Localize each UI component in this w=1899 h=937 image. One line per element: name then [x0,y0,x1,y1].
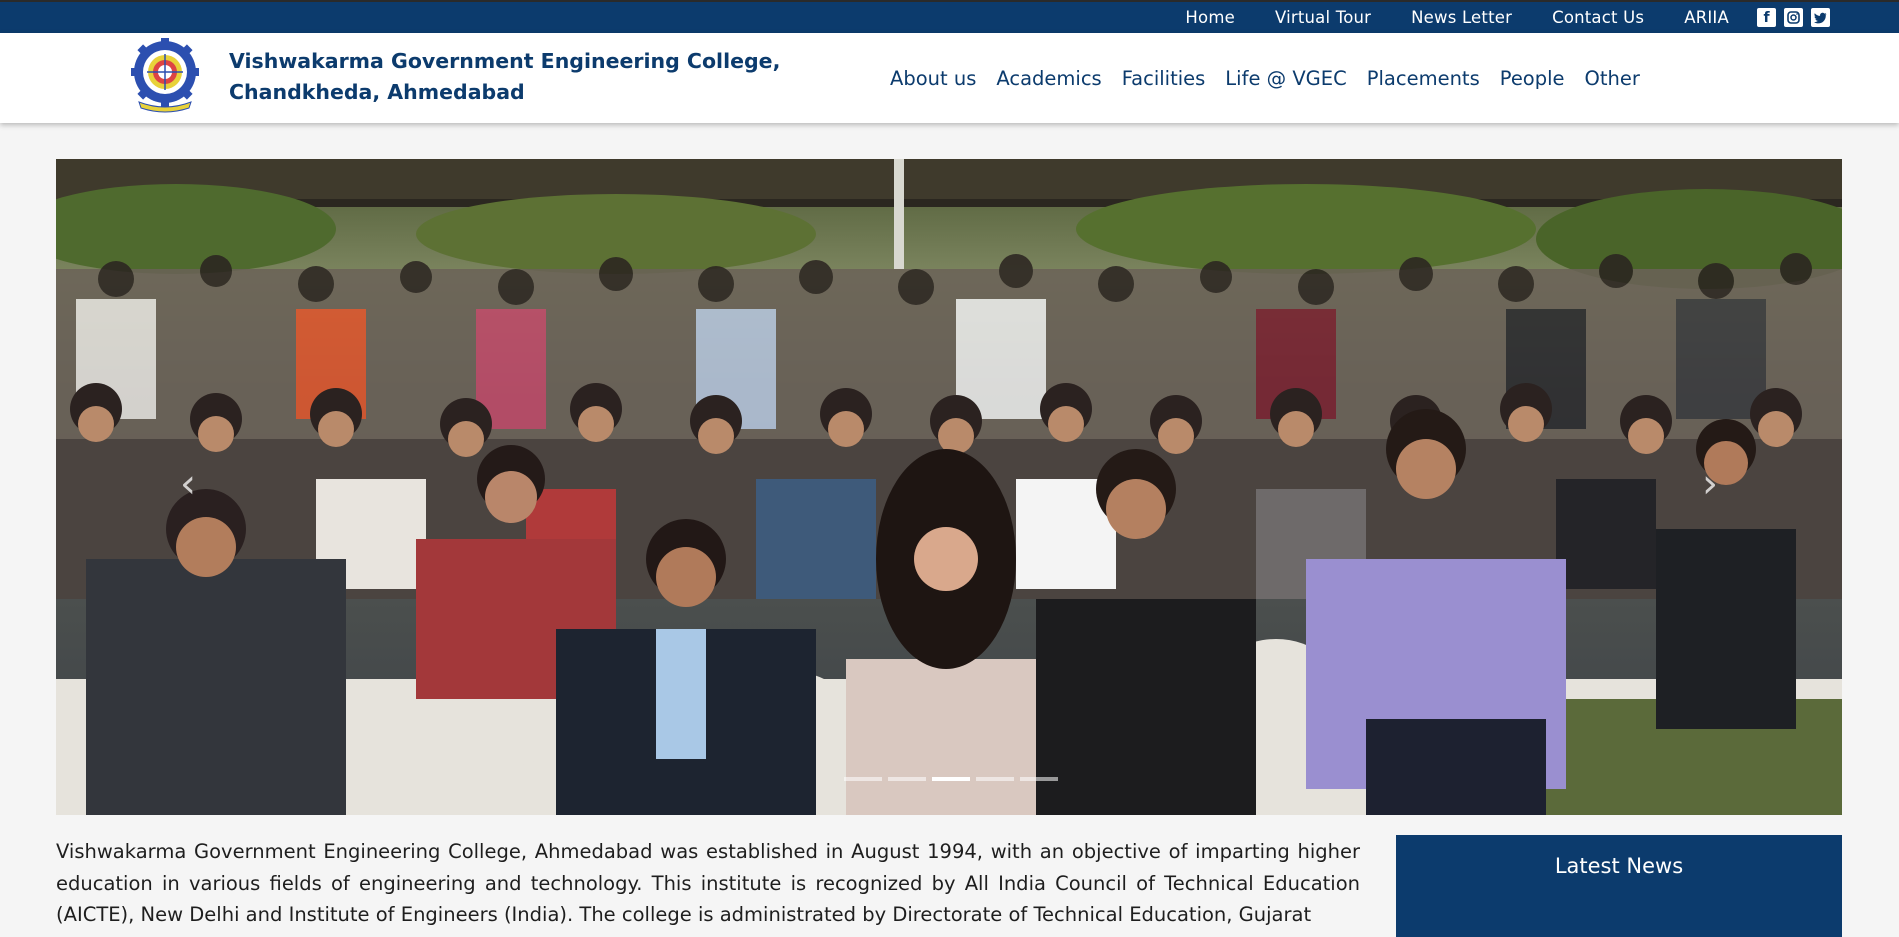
latest-news-title: Latest News [1554,854,1684,878]
carousel-indicator-4[interactable] [976,777,1014,781]
top-link-newsletter[interactable]: News Letter [1411,8,1512,27]
top-link-ariia[interactable]: ARIIA [1684,8,1729,27]
carousel-indicators [841,777,1061,781]
social-links: f [1753,8,1834,27]
carousel-prev-arrow[interactable]: ‹ [168,464,208,504]
nav-people[interactable]: People [1500,67,1565,90]
college-logo-icon[interactable] [130,37,200,114]
college-name-line2: Chandkheda, Ahmedabad [229,80,525,104]
nav-life-at-vgec[interactable]: Life @ VGEC [1225,67,1346,90]
carousel-next-arrow[interactable]: › [1690,464,1730,504]
about-paragraph: Vishwakarma Government Engineering Colle… [56,840,1360,926]
college-name[interactable]: Vishwakarma Government Engineering Colle… [229,46,789,108]
carousel-indicator-1[interactable] [844,777,882,781]
twitter-icon[interactable] [1811,8,1830,27]
site-header: Vishwakarma Government Engineering Colle… [0,33,1899,123]
nav-placements[interactable]: Placements [1367,67,1480,90]
crowd-photo [56,159,1842,815]
latest-news-panel: Latest News [1396,835,1842,937]
nav-academics[interactable]: Academics [996,67,1101,90]
top-utility-bar: Home Virtual Tour News Letter Contact Us… [0,0,1899,33]
top-link-contact-us[interactable]: Contact Us [1552,8,1644,27]
top-links: Home Virtual Tour News Letter Contact Us… [1165,2,1899,33]
top-link-home[interactable]: Home [1185,8,1235,27]
college-name-line1: Vishwakarma Government Engineering Colle… [229,49,781,73]
nav-about-us[interactable]: About us [890,67,976,90]
top-link-virtual-tour[interactable]: Virtual Tour [1275,8,1371,27]
facebook-icon[interactable]: f [1757,8,1776,27]
carousel-indicator-3-active[interactable] [932,777,970,781]
hero-carousel: ‹ › [56,159,1842,815]
instagram-icon[interactable] [1784,8,1803,27]
carousel-indicator-5[interactable] [1020,777,1058,781]
carousel-indicator-2[interactable] [888,777,926,781]
nav-other[interactable]: Other [1585,67,1640,90]
nav-facilities[interactable]: Facilities [1122,67,1206,90]
main-nav: About us Academics Facilities Life @ VGE… [890,33,1660,123]
